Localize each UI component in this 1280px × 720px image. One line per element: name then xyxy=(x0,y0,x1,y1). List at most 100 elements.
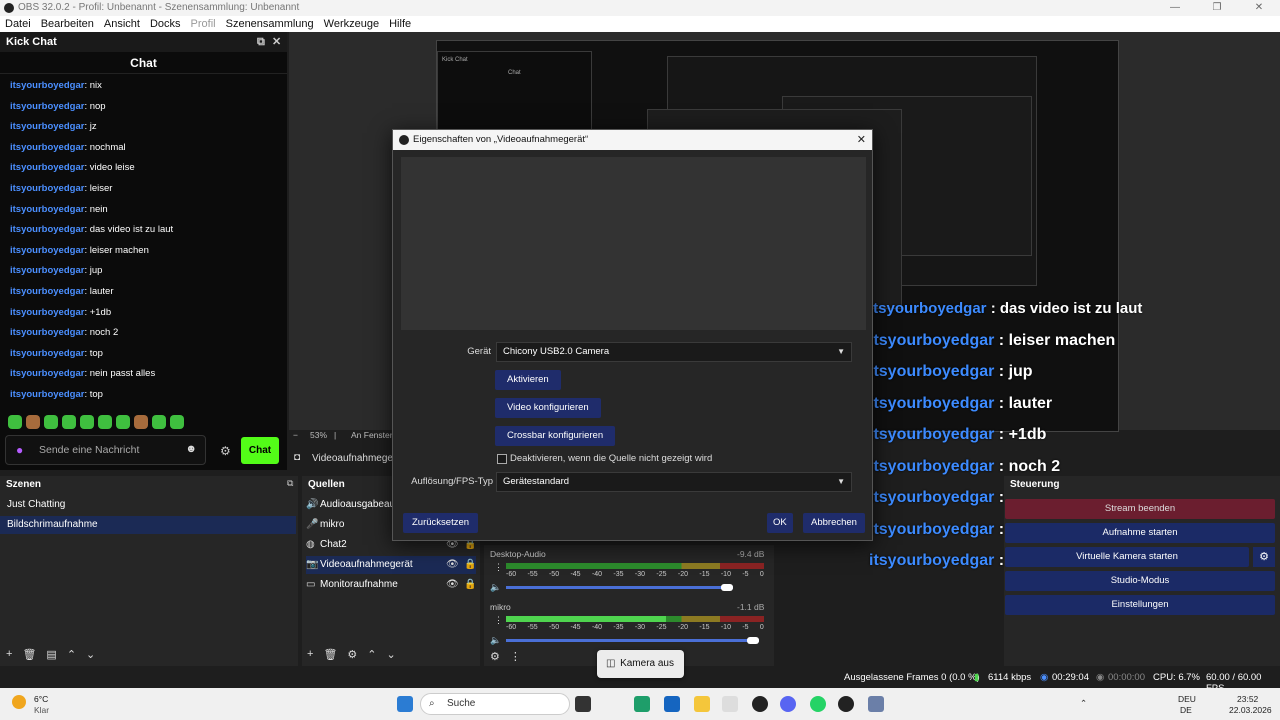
close-window-button[interactable]: ✕ xyxy=(1238,0,1280,16)
emote-icon[interactable] xyxy=(134,415,148,429)
settings-button[interactable]: Einstellungen xyxy=(1005,595,1275,615)
kebab-menu-icon[interactable]: ⋮ xyxy=(494,615,503,626)
discord-icon[interactable] xyxy=(780,696,796,712)
chat-username[interactable]: itsyourboyedgar xyxy=(10,286,84,297)
undock-icon[interactable]: ⧉ xyxy=(257,32,265,52)
menu-ansicht[interactable]: Ansicht xyxy=(99,16,145,32)
menu-szenensammlung[interactable]: Szenensammlung xyxy=(221,16,319,32)
ok-button[interactable]: OK xyxy=(767,513,793,533)
chat-username[interactable]: itsyourboyedgar xyxy=(10,183,84,194)
lock-icon[interactable]: 🔒 xyxy=(464,556,476,574)
device-select[interactable]: Chicony USB2.0 Camera ▼ xyxy=(496,342,852,362)
tray-chevron-icon[interactable]: ⌃ xyxy=(1080,698,1087,709)
emote-icon[interactable] xyxy=(26,415,40,429)
whatsapp-icon[interactable] xyxy=(810,696,826,712)
menu-werkzeuge[interactable]: Werkzeuge xyxy=(319,16,384,32)
menu-datei[interactable]: Datei xyxy=(0,16,36,32)
zoom-dropdown-icon[interactable]: − xyxy=(293,430,298,440)
volume-slider-handle[interactable] xyxy=(721,584,734,591)
obs-app-icon[interactable] xyxy=(752,696,768,712)
studio-mode-button[interactable]: Studio-Modus xyxy=(1005,571,1275,591)
dialog-close-icon[interactable]: ✕ xyxy=(857,130,866,150)
emote-icon[interactable] xyxy=(98,415,112,429)
source-item[interactable]: ▭ Monitoraufnahme 👁 🔒 xyxy=(306,576,476,594)
clock-date[interactable]: 22.03.2026 xyxy=(1229,705,1272,715)
emoji-icon[interactable]: ☻ xyxy=(185,443,197,455)
close-dock-icon[interactable]: ✕ xyxy=(272,32,281,52)
stop-stream-button[interactable]: Stream beenden xyxy=(1005,499,1275,519)
move-up-icon[interactable]: ⌃ xyxy=(67,648,76,661)
lock-icon[interactable]: 🔒 xyxy=(464,576,476,594)
emote-icon[interactable] xyxy=(170,415,184,429)
emote-icon[interactable] xyxy=(116,415,130,429)
trash-icon[interactable]: 🗑 xyxy=(22,648,36,661)
emote-icon[interactable] xyxy=(80,415,94,429)
emote-icon[interactable] xyxy=(62,415,76,429)
menu-hilfe[interactable]: Hilfe xyxy=(384,16,416,32)
menu-docks[interactable]: Docks xyxy=(145,16,186,32)
virtual-camera-gear-icon[interactable]: ⚙ xyxy=(1253,547,1275,567)
source-item[interactable]: 📷 Videoaufnahmegerät 👁 🔒 xyxy=(306,556,476,574)
store-icon[interactable] xyxy=(664,696,680,712)
maximize-button[interactable]: ❐ xyxy=(1196,0,1238,16)
file-explorer-icon[interactable] xyxy=(694,696,710,712)
scene-item[interactable]: Just Chatting xyxy=(0,496,296,514)
volume-slider-handle[interactable] xyxy=(746,637,759,644)
app-icon[interactable] xyxy=(722,696,738,712)
chat-username[interactable]: itsyourboyedgar xyxy=(10,101,84,112)
chat-username[interactable]: itsyourboyedgar xyxy=(10,245,84,256)
chat-settings-gear-icon[interactable]: ⚙ xyxy=(220,444,231,458)
settings-app-icon[interactable] xyxy=(868,696,884,712)
configure-video-button[interactable]: Video konfigurieren xyxy=(495,398,601,418)
chat-input[interactable]: ● Sende eine Nachricht ☻ xyxy=(5,435,206,465)
start-windows-icon[interactable] xyxy=(397,696,413,712)
chat-username[interactable]: itsyourboyedgar xyxy=(10,307,84,318)
speaker-icon[interactable]: 🔈 xyxy=(490,582,501,593)
configure-crossbar-button[interactable]: Crossbar konfigurieren xyxy=(495,426,616,446)
activate-button[interactable]: Aktivieren xyxy=(495,370,561,390)
emote-icon[interactable] xyxy=(8,415,22,429)
move-up-icon[interactable]: ⌃ xyxy=(367,648,376,661)
gear-icon[interactable]: ⚙ xyxy=(347,648,357,661)
speaker-icon[interactable]: 🔈 xyxy=(490,635,501,646)
chat-username[interactable]: itsyourboyedgar xyxy=(10,80,84,91)
kebab-menu-icon[interactable]: ⋮ xyxy=(494,562,503,573)
chat-username[interactable]: itsyourboyedgar xyxy=(10,389,84,400)
kebab-menu-icon[interactable]: ⋮ xyxy=(510,650,521,663)
chat-username[interactable]: itsyourboyedgar xyxy=(10,224,84,235)
media-player-icon[interactable] xyxy=(838,696,854,712)
task-view-icon[interactable] xyxy=(575,696,591,712)
clock-time[interactable]: 23:52 xyxy=(1237,694,1258,704)
weather-sun-icon[interactable] xyxy=(12,695,26,709)
chat-send-button[interactable]: Chat xyxy=(241,437,279,464)
menu-bearbeiten[interactable]: Bearbeiten xyxy=(36,16,99,32)
chat-username[interactable]: itsyourboyedgar xyxy=(10,368,84,379)
filter-icon[interactable]: ▤ xyxy=(46,648,56,661)
chat-username[interactable]: itsyourboyedgar xyxy=(10,162,84,173)
undock-icon[interactable]: ⧉ xyxy=(287,478,293,489)
start-recording-button[interactable]: Aufnahme starten xyxy=(1005,523,1275,543)
visibility-eye-icon[interactable]: 👁 xyxy=(446,576,459,594)
add-icon[interactable]: + xyxy=(307,648,313,661)
chat-username[interactable]: itsyourboyedgar xyxy=(10,204,84,215)
minimize-button[interactable]: — xyxy=(1154,0,1196,16)
cancel-button[interactable]: Abbrechen xyxy=(803,513,865,533)
deactivate-checkbox[interactable] xyxy=(497,454,507,464)
start-virtual-camera-button[interactable]: Virtuelle Kamera starten xyxy=(1005,547,1249,567)
mic-icon[interactable]: ● xyxy=(16,443,23,457)
input-language-primary[interactable]: DEU xyxy=(1178,694,1196,704)
chat-username[interactable]: itsyourboyedgar xyxy=(10,142,84,153)
resolution-type-select[interactable]: Gerätestandard ▼ xyxy=(496,472,852,492)
visibility-eye-icon[interactable]: 👁 xyxy=(446,556,459,574)
emote-icon[interactable] xyxy=(152,415,166,429)
chat-username[interactable]: itsyourboyedgar xyxy=(10,348,84,359)
scene-item[interactable]: Bildschrimaufnahme xyxy=(0,516,296,534)
trash-icon[interactable]: 🗑 xyxy=(323,648,337,661)
move-down-icon[interactable]: ⌄ xyxy=(86,648,95,661)
menu-profil[interactable]: Profil xyxy=(186,16,221,32)
advanced-audio-icon[interactable]: ⚙ xyxy=(490,650,500,663)
volume-slider[interactable] xyxy=(506,586,734,589)
input-language-secondary[interactable]: DE xyxy=(1180,705,1192,715)
zoom-level[interactable]: 53% xyxy=(310,430,327,440)
chat-username[interactable]: itsyourboyedgar xyxy=(10,327,84,338)
